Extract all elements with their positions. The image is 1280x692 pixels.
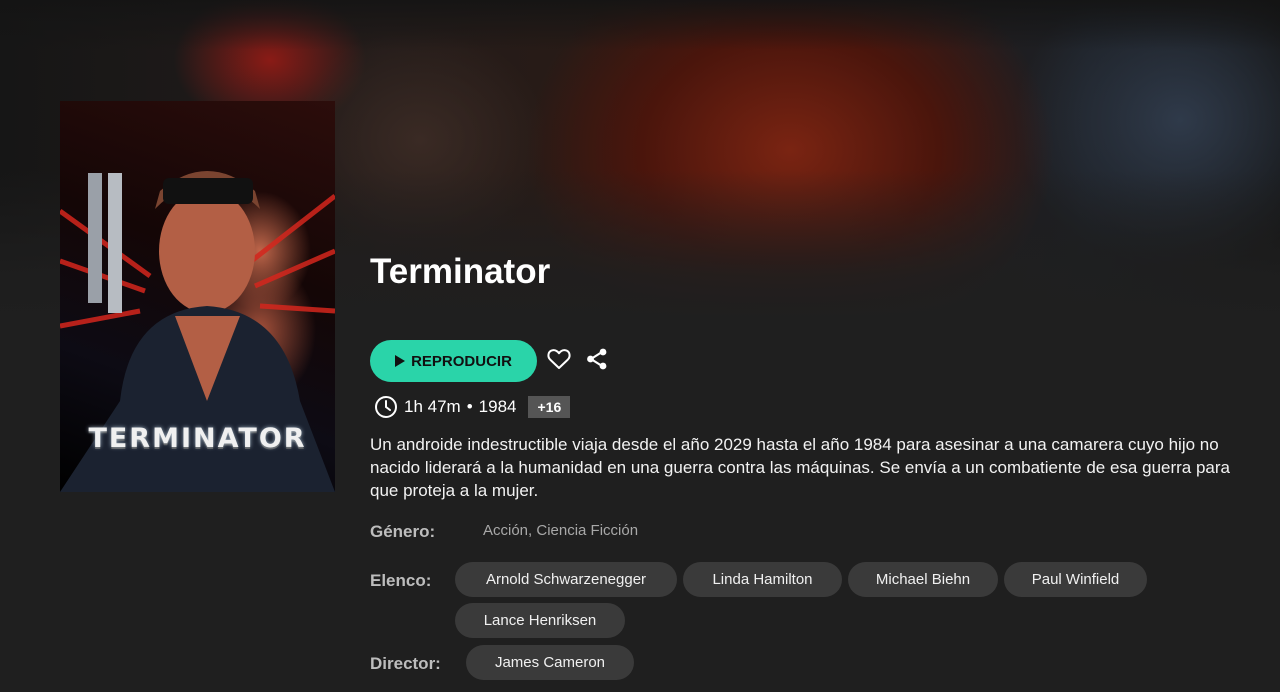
cast-label: Elenco: — [370, 571, 432, 590]
director-chip[interactable]: James Cameron — [466, 645, 634, 680]
play-button[interactable]: REPRODUCIR — [370, 340, 537, 382]
release-year: 1984 — [478, 397, 517, 416]
clock-icon — [375, 396, 397, 418]
genre-value: Acción, Ciencia Ficción — [483, 522, 639, 539]
genre-label: Género: — [370, 522, 436, 541]
movie-poster: TERMINATOR — [60, 101, 335, 492]
cast-chip[interactable]: Michael Biehn — [848, 562, 998, 597]
movie-title: Terminator — [370, 252, 551, 291]
play-button-label: REPRODUCIR — [411, 352, 512, 370]
age-rating-badge: +16 — [528, 396, 571, 418]
cast-chip[interactable]: Paul Winfield — [1004, 562, 1147, 597]
poster-title: TERMINATOR — [88, 423, 307, 454]
cast-chip[interactable]: Linda Hamilton — [683, 562, 842, 597]
meta-separator: • — [466, 397, 473, 416]
share-icon[interactable] — [585, 347, 609, 371]
synopsis: Un androide indestructible viaja desde e… — [370, 435, 1231, 500]
duration: 1h 47m — [404, 397, 461, 416]
director-label: Director: — [370, 654, 441, 673]
cast-chip[interactable]: Lance Henriksen — [455, 603, 625, 638]
cast-chip[interactable]: Arnold Schwarzenegger — [455, 562, 677, 597]
heart-icon[interactable] — [547, 348, 571, 370]
movie-meta: 1h 47m • 1984 +16 — [374, 395, 571, 419]
play-icon — [395, 355, 406, 367]
